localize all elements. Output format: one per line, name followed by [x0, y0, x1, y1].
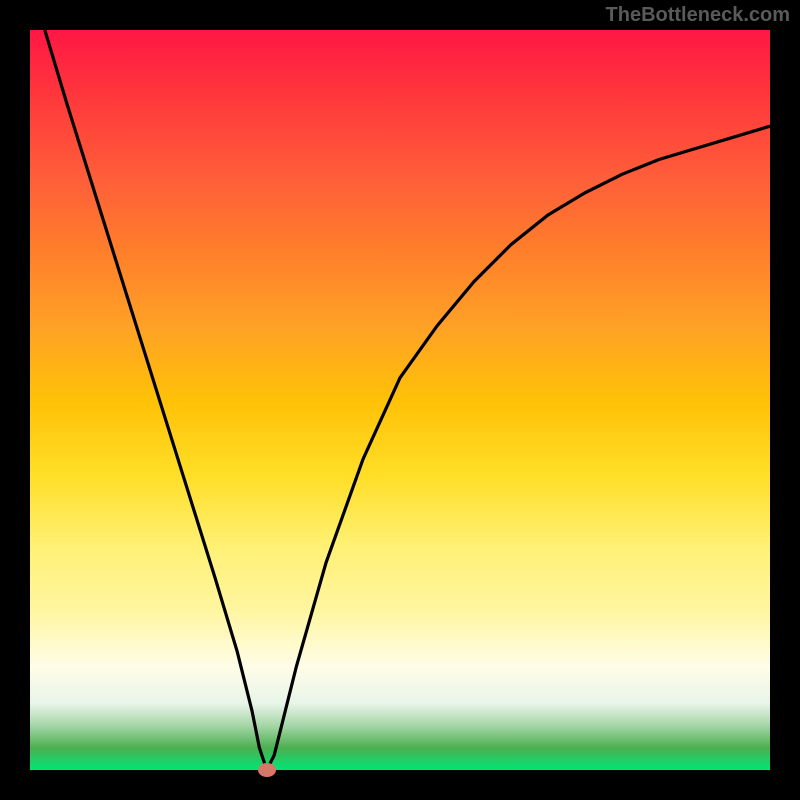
chart-container: TheBottleneck.com	[0, 0, 800, 800]
curve-svg	[30, 30, 770, 770]
optimum-marker	[258, 763, 276, 777]
bottleneck-curve	[45, 30, 770, 770]
attribution-label: TheBottleneck.com	[606, 4, 790, 27]
plot-area	[30, 30, 770, 770]
